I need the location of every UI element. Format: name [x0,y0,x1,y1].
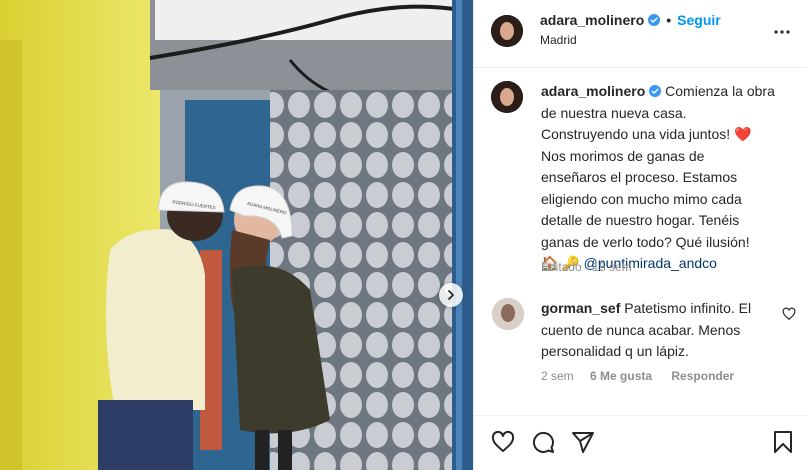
next-photo-button[interactable] [439,283,463,307]
post-header: adara_molinero • Seguir Madrid [474,0,807,68]
separator-dot: • [666,12,672,28]
avatar-image [492,298,524,330]
comment-actions: 2 sem 6 Me gusta Responder [541,369,750,383]
avatar-image [491,15,523,47]
caption-line: eligiendo con mucho mimo cada [541,190,742,207]
header-name-line: adara_molinero • Seguir [540,12,721,28]
bookmark-icon[interactable] [771,430,795,454]
reply-button[interactable]: Responder [671,369,734,383]
verified-badge-icon [649,85,662,97]
comment-time[interactable]: 2 sem [541,369,574,383]
caption-meta: Editado · 15 sem [541,260,632,274]
like-comment-heart-icon[interactable] [782,307,796,321]
comment-likes[interactable]: 6 Me gusta [590,369,652,383]
caption-line: detalle de nuestro hogar. Tenéis [541,212,740,228]
caption-line: enseñaros el proceso. Estamos [541,169,738,185]
comment-icon[interactable] [531,430,555,454]
post-author-username[interactable]: adara_molinero [540,12,644,28]
post-photo[interactable]: RODRIGO FUERTES ADARA MOLINERO [0,0,473,470]
avatar[interactable] [491,15,523,47]
edited-time[interactable]: 15 sem [592,260,631,274]
avatar[interactable] [491,81,523,113]
chevron-right-icon [448,290,454,300]
caption-line: ganas de verlo todo? Qué ilusión! [541,233,750,250]
caption-line: de nuestra nueva casa. [541,104,687,121]
comment-item: gorman_sef Patetismo infinito. El cuento… [541,298,781,363]
more-options-icon[interactable] [772,22,792,42]
caption-username[interactable]: adara_molinero [541,83,645,99]
caption-line: Comienza la obra [665,83,775,99]
edited-label: Editado [541,260,582,274]
comment-username[interactable]: gorman_sef [541,300,620,316]
post-side-panel: adara_molinero • Seguir Madrid adara_moli… [473,0,807,470]
post-caption: adara_molinero Comienza la obra de nuest… [541,81,796,275]
avatar-image [491,81,523,113]
comments-section[interactable]: adara_molinero Comienza la obra de nuest… [474,69,807,415]
caption-line: Construyendo una vida juntos! ❤️ [541,126,752,142]
share-icon[interactable] [571,430,595,454]
caption-line: Nos morimos de ganas de [541,147,705,164]
post-actions-bar [474,415,807,470]
post-location[interactable]: Madrid [540,33,577,47]
heart-icon[interactable] [491,430,515,454]
avatar[interactable] [492,298,524,330]
follow-button[interactable]: Seguir [677,12,721,28]
post-image: RODRIGO FUERTES ADARA MOLINERO [0,0,473,470]
verified-badge-icon [648,14,661,26]
